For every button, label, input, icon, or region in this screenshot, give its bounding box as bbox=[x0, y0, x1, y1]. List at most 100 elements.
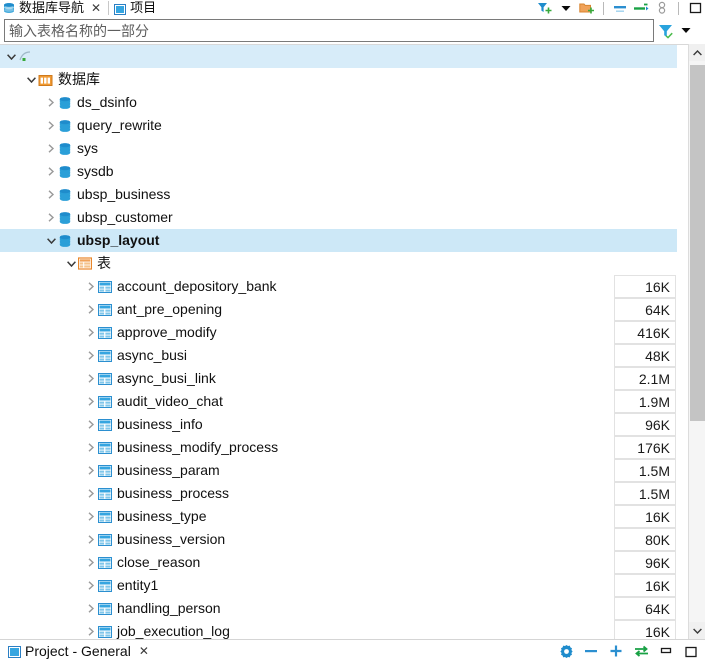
search-input[interactable] bbox=[4, 19, 654, 42]
chevron-right-icon[interactable] bbox=[84, 528, 98, 551]
filter-icon[interactable] bbox=[656, 20, 676, 41]
maximize-icon[interactable] bbox=[683, 644, 699, 659]
table-size-column: 16K 64K 416K 48K 2.1M 1.9M 96K 176K 1.5M 1.5M 16K 8… bbox=[614, 275, 676, 639]
chevron-right-icon[interactable] bbox=[84, 597, 98, 620]
tree-panel: 数据库 ds_dsinfo query_rewrite sys sysdb ubsp_b… bbox=[0, 44, 705, 639]
chevron-right-icon[interactable] bbox=[84, 505, 98, 528]
bottom-toolbar bbox=[558, 640, 699, 661]
table-icon bbox=[98, 510, 112, 523]
tree-item-table-business_version[interactable]: business_version bbox=[0, 528, 677, 551]
table-icon bbox=[98, 349, 112, 362]
chevron-down-icon[interactable] bbox=[4, 45, 18, 68]
schema-icon bbox=[58, 165, 72, 179]
table-size-cell: 2.1M bbox=[614, 367, 676, 390]
table-icon bbox=[98, 326, 112, 339]
tab-project[interactable]: 项目 bbox=[111, 0, 161, 16]
tree-item-table-async_busi[interactable]: async_busi bbox=[0, 344, 677, 367]
close-icon[interactable]: ✕ bbox=[139, 645, 149, 657]
database-icon bbox=[3, 2, 15, 14]
view-toolbar bbox=[537, 0, 703, 16]
tree-item-table-close_reason[interactable]: close_reason bbox=[0, 551, 677, 574]
database-navigator-window: 数据库导航 ✕ 项目 输入表格名称的一部分 数据库 ds_dsinfo quer… bbox=[0, 0, 705, 661]
tree-item-label: 数据库 bbox=[58, 71, 100, 87]
tree-item-table-ant_pre_opening[interactable]: ant_pre_opening bbox=[0, 298, 677, 321]
tree-item-label: entity1 bbox=[117, 577, 159, 593]
tree-item-label: 表 bbox=[97, 255, 111, 271]
tree-item-table-audit_video_chat[interactable]: audit_video_chat bbox=[0, 390, 677, 413]
chevron-right-icon[interactable] bbox=[84, 413, 98, 436]
chevron-right-icon[interactable] bbox=[84, 482, 98, 505]
tree-item-tables-folder[interactable]: 表 bbox=[0, 252, 677, 275]
tree-item-schema-sysdb[interactable]: sysdb bbox=[0, 160, 677, 183]
chevron-right-icon[interactable] bbox=[84, 275, 98, 298]
add-icon[interactable] bbox=[608, 644, 624, 659]
table-icon bbox=[98, 303, 112, 316]
chevron-right-icon[interactable] bbox=[84, 620, 98, 639]
tree-item-table-business_type[interactable]: business_type bbox=[0, 505, 677, 528]
tree-item-schema-ubsp_business[interactable]: ubsp_business bbox=[0, 183, 677, 206]
chevron-right-icon[interactable] bbox=[84, 367, 98, 390]
chevron-right-icon[interactable] bbox=[44, 160, 58, 183]
pin-view-icon[interactable] bbox=[654, 1, 670, 16]
restore-icon[interactable] bbox=[658, 644, 674, 659]
tree-item-schema-query_rewrite[interactable]: query_rewrite bbox=[0, 114, 677, 137]
tab-database-navigator[interactable]: 数据库导航 ✕ bbox=[0, 0, 106, 16]
bottom-tab-project-general[interactable]: Project - General ✕ bbox=[0, 640, 155, 661]
tree-item-table-business_param[interactable]: business_param bbox=[0, 459, 677, 482]
chevron-right-icon[interactable] bbox=[84, 298, 98, 321]
chevron-right-icon[interactable] bbox=[84, 436, 98, 459]
scroll-up-button[interactable] bbox=[689, 44, 705, 61]
close-icon[interactable]: ✕ bbox=[91, 2, 101, 14]
chevron-right-icon[interactable] bbox=[84, 344, 98, 367]
chevron-down-icon[interactable] bbox=[678, 20, 694, 41]
tree-item-table-account_depository_bank[interactable]: account_depository_bank bbox=[0, 275, 677, 298]
folder-add-icon[interactable] bbox=[579, 1, 595, 16]
tree-item-table-business_process[interactable]: business_process bbox=[0, 482, 677, 505]
filter-add-icon[interactable] bbox=[537, 1, 553, 16]
table-size-cell: 416K bbox=[614, 321, 676, 344]
table-icon bbox=[98, 579, 112, 592]
chevron-down-icon[interactable] bbox=[24, 68, 38, 91]
vertical-scrollbar[interactable] bbox=[688, 44, 705, 639]
tree-item-schema-ubsp_customer[interactable]: ubsp_customer bbox=[0, 206, 677, 229]
tree-item-table-async_busi_link[interactable]: async_busi_link bbox=[0, 367, 677, 390]
tree-item-table-job_execution_log[interactable]: job_execution_log bbox=[0, 620, 677, 639]
chevron-right-icon[interactable] bbox=[84, 551, 98, 574]
chevron-down-icon[interactable] bbox=[64, 252, 78, 275]
tree-item-table-business_info[interactable]: business_info bbox=[0, 413, 677, 436]
chevron-right-icon[interactable] bbox=[84, 459, 98, 482]
tree-item-databases[interactable]: 数据库 bbox=[0, 68, 677, 91]
scrollbar-thumb[interactable] bbox=[690, 65, 705, 421]
maximize-view-icon[interactable] bbox=[687, 1, 703, 16]
bottom-tab-label: Project - General bbox=[25, 642, 131, 659]
chevron-right-icon[interactable] bbox=[44, 91, 58, 114]
scroll-down-button[interactable] bbox=[689, 622, 705, 639]
collapse-all-icon[interactable] bbox=[612, 1, 628, 16]
tree-item-table-entity1[interactable]: entity1 bbox=[0, 574, 677, 597]
switch-icon[interactable] bbox=[633, 644, 649, 659]
chevron-down-icon[interactable] bbox=[44, 229, 58, 252]
chevron-right-icon[interactable] bbox=[84, 321, 98, 344]
chevron-right-icon[interactable] bbox=[84, 390, 98, 413]
tree-item-schema-sys[interactable]: sys bbox=[0, 137, 677, 160]
chevron-right-icon[interactable] bbox=[44, 206, 58, 229]
minimize-icon[interactable] bbox=[583, 644, 599, 659]
chevron-right-icon[interactable] bbox=[44, 137, 58, 160]
chevron-down-icon[interactable] bbox=[558, 1, 574, 16]
settings-gear-icon[interactable] bbox=[558, 644, 574, 659]
tree-item-table-business_modify_process[interactable]: business_modify_process bbox=[0, 436, 677, 459]
tree-item-label: sysdb bbox=[77, 163, 114, 179]
tree-item-schema-ubsp_layout[interactable]: ubsp_layout bbox=[0, 229, 677, 252]
link-editor-icon[interactable] bbox=[633, 1, 649, 16]
tree-item-table-handling_person[interactable]: handling_person bbox=[0, 597, 677, 620]
chevron-right-icon[interactable] bbox=[84, 574, 98, 597]
table-size-cell: 16K bbox=[614, 620, 676, 639]
chevron-right-icon[interactable] bbox=[44, 114, 58, 137]
tree-item-connection[interactable] bbox=[0, 45, 677, 68]
tree-item-table-approve_modify[interactable]: approve_modify bbox=[0, 321, 677, 344]
tree-item-schema-ds_dsinfo[interactable]: ds_dsinfo bbox=[0, 91, 677, 114]
table-size-cell: 48K bbox=[614, 344, 676, 367]
tree-item-label: job_execution_log bbox=[117, 623, 230, 639]
table-size-cell: 1.5M bbox=[614, 482, 676, 505]
chevron-right-icon[interactable] bbox=[44, 183, 58, 206]
